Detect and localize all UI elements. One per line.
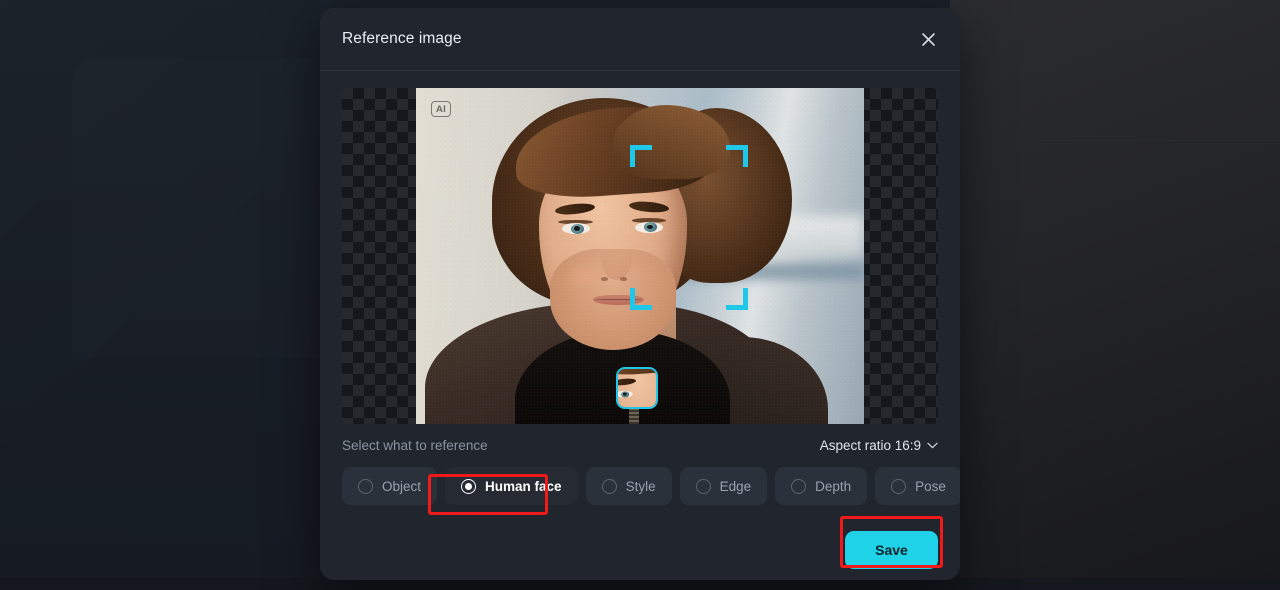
- radio-icon: [695, 478, 711, 494]
- dialog-footer: Save: [320, 505, 960, 569]
- radio-icon: [791, 478, 807, 494]
- close-icon[interactable]: [914, 25, 942, 53]
- face-bracket-top-left: [630, 145, 652, 167]
- reference-option-label: Pose: [915, 478, 946, 494]
- ai-badge: AI: [431, 101, 451, 117]
- aspect-ratio-dropdown[interactable]: Aspect ratio 16:9: [820, 438, 938, 453]
- radio-icon: [461, 478, 477, 494]
- select-reference-label: Select what to reference: [342, 438, 488, 453]
- reference-option-label: Object: [382, 478, 422, 494]
- reference-photo[interactable]: AI: [416, 88, 864, 424]
- reference-option-style[interactable]: Style: [585, 467, 672, 505]
- radio-icon: [358, 478, 373, 494]
- backdrop-right-panel: [950, 0, 1280, 590]
- photo-nostril-left: [601, 276, 608, 281]
- page-title: Reference image: [342, 30, 462, 47]
- reference-option-label: Style: [625, 478, 656, 494]
- aspect-ratio-value: Aspect ratio 16:9: [819, 438, 921, 453]
- dialog-header: Reference image: [320, 8, 960, 71]
- reference-option-depth[interactable]: Depth: [775, 467, 868, 505]
- backdrop-divider: [1040, 140, 1280, 141]
- photo-nostril-right: [620, 276, 627, 281]
- save-button[interactable]: Save: [845, 531, 938, 569]
- face-bracket-bottom-left: [630, 288, 652, 310]
- reference-option-object[interactable]: Object: [342, 467, 438, 505]
- reference-type-options: Object Human face Style Edge Depth Pose: [320, 453, 960, 505]
- photo-cheek: [563, 262, 605, 290]
- options-header: Select what to reference Aspect ratio 16…: [320, 424, 960, 453]
- image-stage-wrapper: AI: [320, 71, 960, 424]
- detected-face-thumbnail[interactable]: [616, 367, 658, 409]
- photo-nose: [600, 235, 632, 280]
- reference-image-dialog: Reference image AI Select what to refere…: [320, 8, 960, 580]
- transparency-canvas[interactable]: AI: [342, 88, 938, 424]
- backdrop-left-panel: [0, 0, 330, 590]
- chevron-down-icon: [927, 442, 938, 449]
- reference-option-label: Human face: [485, 478, 562, 494]
- reference-option-label: Edge: [719, 478, 752, 494]
- face-bracket-top-right: [726, 145, 748, 167]
- face-bracket-bottom-right: [726, 288, 748, 310]
- reference-option-human-face[interactable]: Human face: [445, 467, 578, 505]
- reference-option-pose[interactable]: Pose: [875, 467, 960, 505]
- radio-icon: [891, 478, 907, 494]
- reference-option-edge[interactable]: Edge: [679, 467, 768, 505]
- radio-icon: [601, 478, 617, 494]
- reference-option-label: Depth: [815, 478, 852, 494]
